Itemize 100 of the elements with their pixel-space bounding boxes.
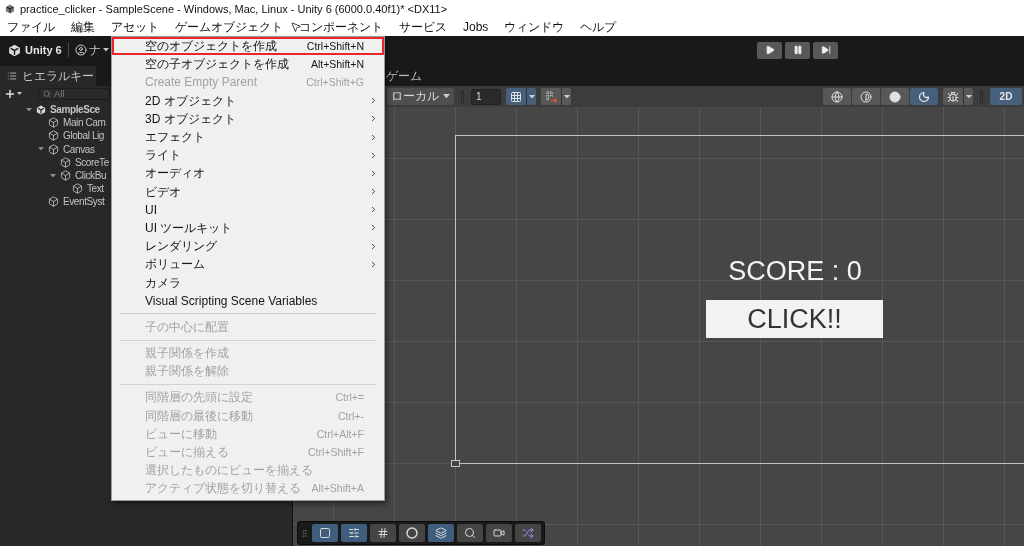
product-label: Unity 6 [25,44,62,56]
menu-item[interactable]: エフェクト [112,127,384,147]
search-icon [464,527,476,539]
caret-icon [563,94,570,99]
plus-icon [4,87,16,100]
add-button[interactable] [4,87,22,100]
account-icon [74,44,87,56]
menu-item[interactable]: ライト [112,146,384,165]
layers-button[interactable] [428,524,454,542]
step-button[interactable] [813,41,838,59]
cube-icon [48,143,59,155]
wireframe-button[interactable] [823,88,851,105]
tree-item[interactable]: Main Cam [48,117,106,129]
caret-icon [102,48,109,52]
ring-button[interactable] [399,524,425,542]
tree-item[interactable]: Text [72,183,104,195]
tree-item[interactable]: Global Lig [48,130,105,142]
half-circle-icon [860,90,872,103]
cube-logo-icon [36,104,46,115]
shortcut-text: Alt+Shift+N [310,57,364,72]
rect-tool-button[interactable] [312,524,338,542]
camera-button[interactable] [486,524,512,542]
grid-icon [510,90,522,103]
pause-button[interactable] [785,41,810,59]
grip-icon[interactable] [300,528,309,538]
triangle-toggle-icon[interactable] [26,107,32,112]
gizmos-button[interactable] [943,88,973,105]
menu-item[interactable]: 3D オブジェクト [112,109,384,128]
menu-bar-item[interactable]: コンポーネント [298,19,384,35]
grid-arrow-icon [544,90,558,103]
pivot-dropdown[interactable]: ローカル [387,88,454,105]
menu-bar-item[interactable]: ゲームオブジェクト [174,19,284,35]
menu-item[interactable]: UI [112,200,384,219]
search-icon [43,89,51,98]
menu-item[interactable]: カメラ [112,273,384,292]
mode-2d-button[interactable]: 2D [990,88,1022,105]
account-button[interactable]: ナ [74,41,109,59]
cube-icon [60,170,71,182]
filled-circle-icon [889,90,901,103]
shortcut-text: Ctrl+Shift+N [306,39,364,54]
step-forward-icon [820,45,831,55]
pause-icon [792,45,803,55]
cube-icon [48,130,59,142]
grid-button[interactable] [370,524,396,542]
shaded-wireframe-button[interactable] [852,88,880,105]
mouse-pointer-icon [290,21,302,33]
menu-item[interactable]: レンダリング [112,237,384,256]
menu-bar-item[interactable]: ウィンドウ [503,19,566,35]
menu-item[interactable]: 2D オブジェクト [112,91,384,110]
ring-icon [406,527,418,539]
caret-icon [443,94,450,99]
tree-item[interactable]: SampleSce [36,104,100,116]
search-button[interactable] [457,524,483,542]
globe-icon [831,90,843,103]
menu-item[interactable]: ビデオ [112,182,384,201]
triangle-toggle-icon[interactable] [50,173,56,178]
tree-item[interactable]: ClickBu [60,170,107,182]
triangle-toggle-icon[interactable] [38,147,44,151]
shuffle-button[interactable] [515,524,541,542]
hierarchy-tab[interactable]: ヒエラルキー [0,66,96,86]
tree-item[interactable]: ScoreTe [60,156,109,168]
grid-snap-button[interactable] [506,88,536,105]
play-button[interactable] [757,41,782,59]
menu-item[interactable]: 空のオブジェクトを作成 Ctrl+Shift+N [112,37,384,56]
window-title: practice_clicker - SampleScene - Windows, Mac, Linux - Unity 6 (6000.0.40f1)* <DX11> [20,3,448,15]
menu-item[interactable]: UI ツールキット [112,218,384,238]
menu-bar-item[interactable]: ヘルプ [579,19,618,35]
square-icon [319,527,331,539]
search-field[interactable]: All [38,87,110,100]
shortcut-text: Ctrl+Alt+F [316,426,364,441]
sliders-button[interactable] [341,524,367,542]
menu-bar-item[interactable]: Jobs [462,19,490,35]
lighting-button[interactable] [910,88,938,105]
caret-icon [965,94,972,99]
tree-item[interactable]: EventSyst [48,196,105,208]
snap-value-field[interactable]: 1 [471,88,501,105]
menu-bar-item[interactable]: サービス [398,19,448,35]
click-button[interactable]: CLICK!! [706,300,883,338]
menu-bar-item[interactable]: アセット [110,19,160,35]
cube-icon [72,183,83,195]
shortcut-text: Alt+Shift+A [311,481,364,496]
shortcut-text: Ctrl+= [335,390,364,405]
shortcut-text: Ctrl+Shift+F [307,445,364,460]
increment-snap-button[interactable] [541,88,571,105]
menu-bar-item[interactable]: ファイル [6,19,56,35]
shaded-button[interactable] [881,88,909,105]
corner-handle[interactable] [451,460,460,467]
list-icon [7,71,17,81]
shuffle-icon [522,527,534,539]
menu-item[interactable]: オーディオ [112,164,384,183]
tree-item[interactable]: Canvas [48,143,95,155]
menu-item[interactable]: ボリューム [112,255,384,274]
bug-icon [947,90,959,103]
menu-item[interactable]: Visual Scripting Scene Variables [112,291,384,310]
score-text: SCORE : 0 [728,256,862,287]
menu-bar-item[interactable]: 編集 [70,19,96,35]
menu-item[interactable]: 空の子オブジェクトを作成 Alt+Shift+N [112,55,384,74]
play-icon [764,45,775,55]
shortcut-text: Ctrl+Shift+G [306,75,364,90]
hash-icon [377,527,389,539]
